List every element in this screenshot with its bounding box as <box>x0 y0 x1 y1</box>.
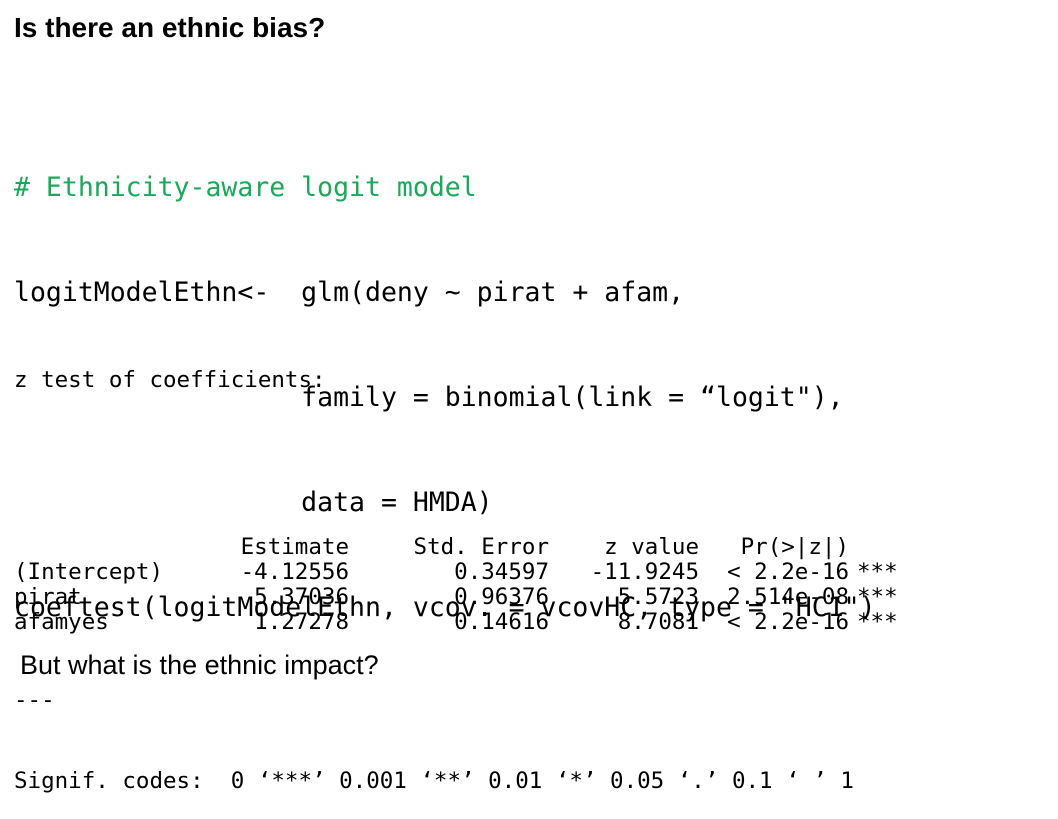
footer-question: But what is the ethnic impact? <box>20 650 379 680</box>
table-header-std-error: Std. Error <box>413 534 549 560</box>
table-cell-std-error: 0.34597 <box>454 559 549 585</box>
table-cell-stars: *** <box>857 559 898 585</box>
table-header-p-value: Pr(>|z|) <box>740 534 849 560</box>
table-header-estimate: Estimate <box>240 534 349 560</box>
table-cell-std-error: 0.96376 <box>454 584 549 610</box>
code-line-glm: logitModelEthn<- glm(deny ~ pirat + afam… <box>14 277 685 308</box>
table-cell-std-error: 0.14616 <box>454 609 549 635</box>
page-title: Is there an ethnic bias? <box>14 12 326 43</box>
table-cell-estimate: -4.12556 <box>240 559 349 585</box>
table-row-name: pirat <box>14 584 82 610</box>
table-cell-estimate: 5.37036 <box>254 584 349 610</box>
table-header-name <box>14 535 214 560</box>
output-separator: --- <box>14 687 55 713</box>
signif-codes: Signif. codes: 0 ‘***’ 0.001 ‘**’ 0.01 ‘… <box>14 768 854 794</box>
table-header-stars <box>849 535 929 560</box>
table-cell-estimate: 1.27278 <box>254 609 349 635</box>
table-row-name: (Intercept) <box>14 559 164 585</box>
table-header-z-value: z value <box>604 534 699 560</box>
output-gap <box>14 443 929 485</box>
output-title: z test of coefficients: <box>14 367 326 393</box>
table-cell-p-value: < 2.2e-16 <box>727 609 849 635</box>
table-cell-stars: *** <box>857 584 898 610</box>
table-cell-stars: *** <box>857 609 898 635</box>
table-cell-z-value: 8.7081 <box>617 609 699 635</box>
coefficient-table: Estimate Std. Error z value Pr(>|z|) (In… <box>14 535 929 635</box>
table-cell-z-value: -11.9245 <box>590 559 699 585</box>
table-cell-p-value: 2.514e-08 <box>727 584 849 610</box>
table-cell-p-value: < 2.2e-16 <box>727 559 849 585</box>
code-comment: # Ethnicity-aware logit model <box>14 172 477 203</box>
table-cell-z-value: 5.5723 <box>617 584 699 610</box>
console-output: z test of coefficients: Estimate Std. Er… <box>14 318 929 819</box>
table-row-name: afamyes <box>14 609 109 635</box>
